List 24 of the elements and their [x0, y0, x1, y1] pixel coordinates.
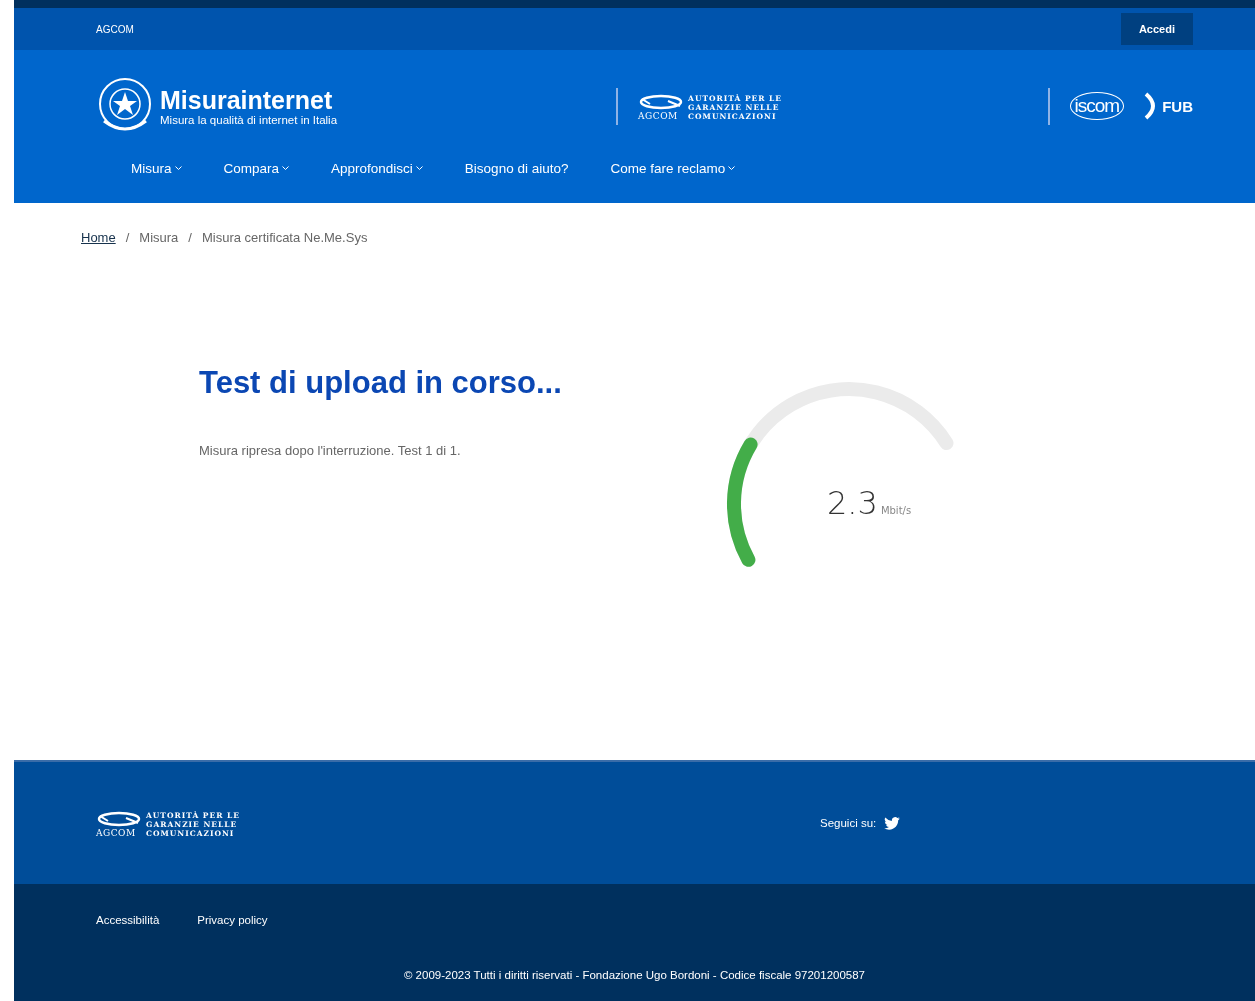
page-heading: Test di upload in corso...: [199, 365, 563, 401]
speed-unit: Mbit/s: [880, 505, 912, 516]
bird-icon[interactable]: [884, 816, 901, 830]
nav-item[interactable]: Come fare reclamo: [589, 155, 757, 182]
login-button[interactable]: Accedi: [1120, 13, 1193, 45]
nav-item[interactable]: Compara: [202, 155, 311, 182]
site-title[interactable]: Misurainternet: [160, 86, 338, 114]
speed-value: 2.3: [827, 484, 878, 522]
nav-item[interactable]: Approfondisci: [310, 155, 444, 182]
site-tagline: Misura la qualità di internet in Italia: [160, 114, 338, 126]
fub-logo: FUB: [1162, 97, 1193, 115]
agcom-label: AGCOM: [96, 23, 134, 35]
breadcrumb-separator: /: [188, 230, 192, 245]
nav-item[interactable]: Bisogno di aiuto?: [443, 155, 590, 182]
footer-link[interactable]: Accessibilità: [96, 914, 160, 926]
footer-link[interactable]: Privacy policy: [197, 914, 268, 926]
status-message: Misura ripresa dopo l'interruzione. Test 1 di 1.: [199, 443, 462, 458]
copyright-text: © 2009-2023 Tutti i diritti riservati - Fondazione Ugo Bordoni - Codice fiscale 97201200587: [403, 969, 866, 981]
breadcrumb-item: Misura certificata Ne.Me.Sys: [201, 230, 368, 245]
breadcrumb-separator: /: [125, 230, 130, 245]
follow-label: Seguici su:: [820, 817, 877, 829]
breadcrumb-item: Misura: [139, 230, 179, 245]
nav-item[interactable]: Misura: [110, 155, 203, 182]
breadcrumb-link[interactable]: Home: [81, 230, 116, 245]
